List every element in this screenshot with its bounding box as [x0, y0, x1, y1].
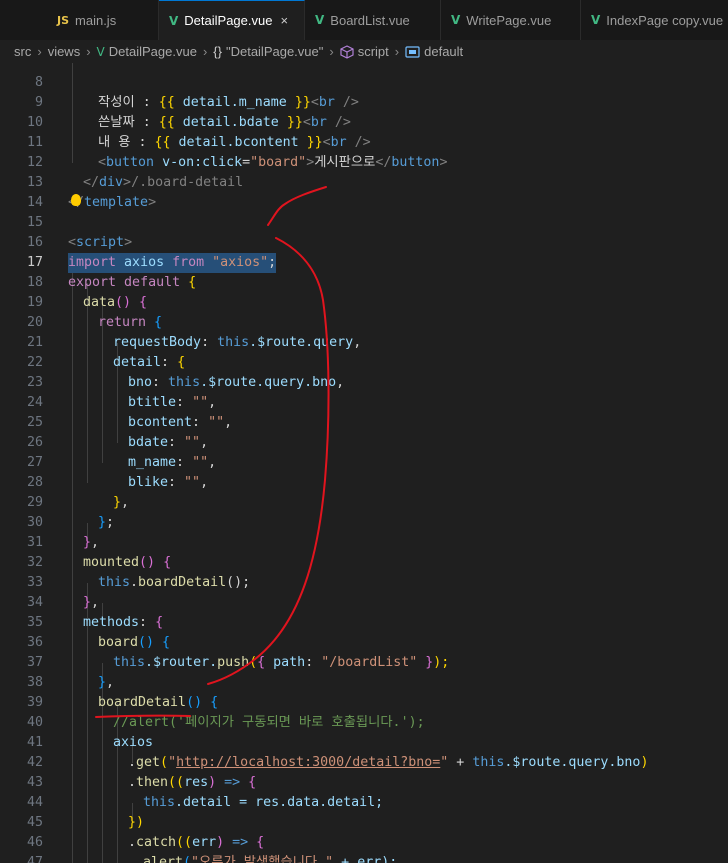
code-line: 24 bcontent: "", — [0, 373, 728, 430]
close-icon[interactable]: × — [280, 13, 288, 28]
code-line: 37 }, — [0, 633, 728, 690]
code-line: 9 쓴날짜 : {{ detail.bdate }}<br /> — [0, 73, 728, 130]
code-line: 41 .get("http://localhost:3000/detail?bn… — [0, 713, 728, 770]
code-line: 25 bdate: "", — [0, 393, 728, 450]
vue-file-icon: V — [169, 13, 179, 28]
code-line: 36 this.$router.push({ path: "/boardList… — [0, 613, 728, 670]
tab-main-js[interactable]: JS main.js — [47, 0, 159, 40]
code-line: 30 }, — [0, 493, 728, 550]
code-line: 29 }; — [0, 473, 728, 530]
code-text: alert("오류가 발생했습니다." + err); — [143, 855, 398, 863]
code-line: 35 board() { — [0, 593, 728, 650]
breadcrumb-item-views[interactable]: views — [48, 44, 81, 59]
tab-detailpage-vue[interactable]: V DetailPage.vue × — [159, 0, 305, 40]
vue-file-icon: V — [315, 13, 325, 27]
code-line: 12 </div>/.board-detail — [0, 133, 728, 190]
code-line: 34 methods: { — [0, 573, 728, 630]
breadcrumb-item-file[interactable]: DetailPage.vue — [109, 44, 197, 59]
tab-scroll-spacer — [0, 0, 47, 40]
line-number: 47 — [26, 855, 43, 863]
code-line: 10 내 용 : {{ detail.bcontent }}<br /> — [0, 93, 728, 150]
braces-icon: {} — [213, 44, 222, 59]
breadcrumb: src › views › V DetailPage.vue › {} "Det… — [0, 40, 728, 63]
variable-icon — [405, 45, 420, 58]
code-line: 31 mounted() { — [0, 513, 728, 570]
code-line: 27 blike: "", — [0, 433, 728, 490]
tab-indexpage-copy-vue[interactable]: V IndexPage copy.vue — [581, 0, 728, 40]
breadcrumb-item-component[interactable]: "DetailPage.vue" — [226, 44, 323, 59]
tab-label: DetailPage.vue — [184, 13, 273, 28]
javascript-file-icon: JS — [57, 13, 70, 27]
breadcrumb-item-default[interactable]: default — [424, 44, 463, 59]
code-line: 14 — [0, 173, 728, 210]
code-line: 26 m_name: "", — [0, 413, 728, 470]
code-line: 21 detail: { — [0, 313, 728, 370]
chevron-right-icon: › — [329, 44, 334, 59]
vue-file-icon: V — [591, 13, 601, 27]
code-line: 38 boardDetail() { — [0, 653, 728, 710]
tab-label: main.js — [75, 12, 117, 28]
chevron-right-icon: › — [37, 44, 42, 59]
code-line: 45 .catch((err) => { — [0, 793, 728, 850]
chevron-right-icon: › — [202, 44, 208, 59]
chevron-right-icon: › — [394, 44, 400, 59]
code-line: 33 }, — [0, 553, 728, 610]
code-line: 47 }); — [0, 833, 728, 863]
code-line: 15 <script> — [0, 193, 728, 250]
code-line: 8 작성이 : {{ detail.m_name }}<br /> — [0, 63, 728, 110]
breadcrumb-item-src[interactable]: src — [14, 44, 31, 59]
tab-label: IndexPage copy.vue — [606, 12, 724, 28]
lightbulb-icon[interactable] — [71, 194, 81, 206]
code-line: 20 requestBody: this.$route.query, — [0, 293, 728, 350]
vue-file-icon: V — [96, 44, 105, 59]
code-line: 13 </template> — [0, 153, 728, 210]
tab-label: BoardList.vue — [330, 12, 410, 28]
code-line: 42 .then((res) => { — [0, 733, 728, 790]
chevron-right-icon: › — [86, 44, 91, 59]
tab-writepage-vue[interactable]: V WritePage.vue — [441, 0, 581, 40]
code-line: 17 export default { — [0, 233, 728, 290]
breadcrumb-item-script[interactable]: script — [358, 44, 389, 59]
code-line: 32 this.boardDetail(); — [0, 533, 728, 590]
code-line: 11 <button v-on:click="board">게시판으로</but… — [0, 113, 728, 170]
code-editor[interactable]: 8 작성이 : {{ detail.m_name }}<br /> 9 쓴날짜 … — [0, 63, 728, 863]
code-line: 39 //alert('페이지가 구동되면 바로 호출됩니다.'); — [0, 673, 728, 730]
code-line: 40 axios — [0, 693, 728, 750]
editor-tab-bar: JS main.js V DetailPage.vue × V BoardLis… — [0, 0, 728, 41]
tab-boardlist-vue[interactable]: V BoardList.vue — [305, 0, 441, 40]
symbol-icon — [340, 44, 354, 59]
tab-label: WritePage.vue — [466, 12, 552, 28]
code-line: 16 import axios from "axios"; — [0, 213, 728, 273]
code-line: 19 return { — [0, 273, 728, 330]
code-line: 46 alert("오류가 발생했습니다." + err); — [0, 813, 728, 863]
code-line: 28 }, — [0, 453, 728, 510]
vue-file-icon: V — [451, 13, 461, 27]
code-line: 18 data() { — [0, 253, 728, 310]
code-line: 22 bno: this.$route.query.bno, — [0, 333, 728, 390]
code-line: 43 this.detail = res.data.detail; — [0, 753, 728, 810]
code-line: 23 btitle: "", — [0, 353, 728, 410]
code-line: 44 }) — [0, 773, 728, 830]
